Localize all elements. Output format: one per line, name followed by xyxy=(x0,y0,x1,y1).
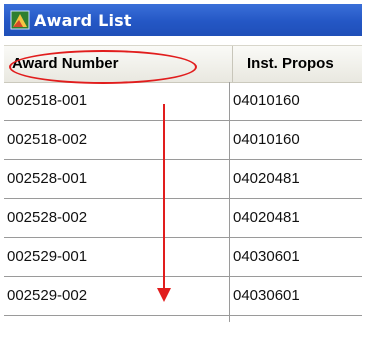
torn-edge xyxy=(4,320,362,333)
sort-direction-arrow xyxy=(157,104,171,302)
award-list-window: Award List Award Number Inst. Propos 002… xyxy=(4,4,362,333)
